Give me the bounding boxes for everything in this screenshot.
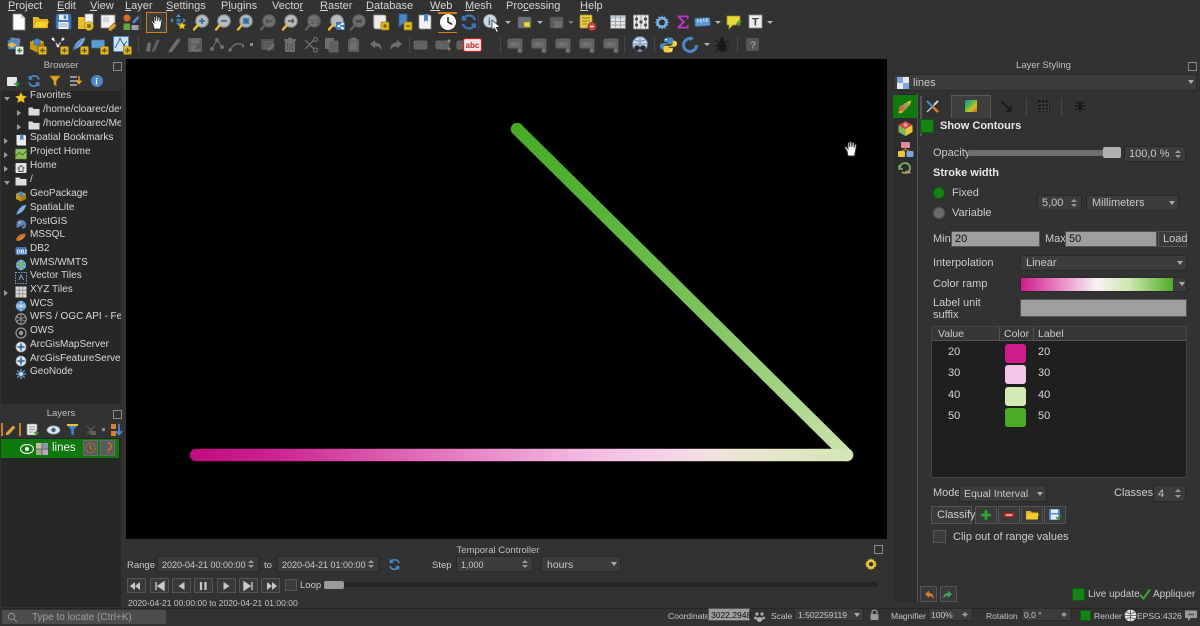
svg-text:i: i — [95, 77, 98, 87]
svg-text:abc: abc — [534, 41, 545, 48]
svg-text:DB2: DB2 — [17, 250, 28, 256]
svg-text:abc: abc — [606, 41, 617, 48]
svg-text:abc: abc — [466, 41, 480, 50]
svg-text:1:1: 1:1 — [310, 19, 320, 26]
svg-text:abc: abc — [558, 41, 569, 48]
svg-text:abc: abc — [438, 43, 449, 50]
svg-text:?: ? — [750, 41, 756, 52]
svg-text:abc: abc — [582, 41, 593, 48]
svg-text:T: T — [752, 17, 759, 29]
svg-text:abc: abc — [416, 43, 427, 50]
svg-text:abc: abc — [510, 41, 521, 48]
